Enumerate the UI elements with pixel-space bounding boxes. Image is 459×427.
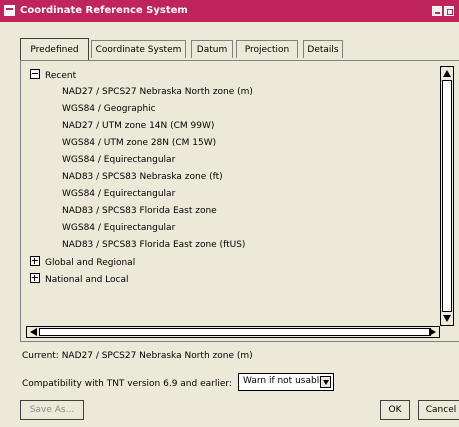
collapse-icon[interactable] (30, 69, 40, 79)
tree-node-label: National and Local (45, 275, 129, 285)
horizontal-scroll-thumb[interactable] (39, 328, 431, 336)
current-crs-label: Current: NAD27 / SPCS27 Nebraska North z… (22, 351, 253, 361)
cancel-button[interactable]: Cancel (418, 400, 459, 420)
tab-details[interactable]: Details (303, 40, 343, 58)
window-menu-icon[interactable] (4, 5, 15, 16)
tab-coordinate-system[interactable]: Coordinate System (91, 40, 186, 58)
scroll-right-icon[interactable] (429, 328, 436, 336)
title-bar: Coordinate Reference System (0, 0, 459, 22)
expand-icon[interactable] (30, 256, 40, 266)
crs-tree[interactable]: Recent NAD27 / SPCS27 Nebraska North zon… (26, 66, 438, 324)
window-title: Coordinate Reference System (20, 5, 188, 16)
tree-item[interactable]: WGS84 / Equirectangular (62, 186, 175, 202)
tree-item[interactable]: NAD27 / UTM zone 14N (CM 99W) (62, 118, 214, 134)
tab-projection[interactable]: Projection (236, 40, 298, 58)
compatibility-label: Compatibility with TNT version 6.9 and e… (22, 379, 232, 389)
compatibility-select[interactable]: Warn if not usable (238, 373, 334, 391)
expand-icon[interactable] (30, 273, 40, 283)
scroll-down-icon[interactable] (443, 315, 451, 322)
tree-node-national[interactable]: National and Local (30, 272, 128, 288)
tree-node-global[interactable]: Global and Regional (30, 255, 135, 271)
tree-node-label: Global and Regional (45, 258, 136, 268)
tree-node-recent[interactable]: Recent (30, 68, 76, 84)
save-as-button[interactable]: Save As... (20, 400, 84, 420)
tree-item[interactable]: NAD83 / SPCS83 Florida East zone (ftUS) (62, 237, 245, 253)
horizontal-scrollbar[interactable] (26, 326, 440, 338)
tree-item[interactable]: NAD83 / SPCS83 Nebraska zone (ft) (62, 169, 223, 185)
ok-button[interactable]: OK (380, 400, 410, 420)
crs-dialog: Coordinate Reference System Predefined C… (0, 0, 459, 427)
maximize-button[interactable] (444, 6, 454, 16)
tab-datum[interactable]: Datum (191, 40, 233, 58)
tab-predefined[interactable]: Predefined (20, 38, 89, 60)
tree-item[interactable]: WGS84 / Equirectangular (62, 220, 175, 236)
vertical-scroll-thumb[interactable] (442, 80, 452, 312)
tree-node-label: Recent (45, 71, 77, 81)
tree-item[interactable]: WGS84 / Geographic (62, 101, 156, 117)
vertical-scrollbar[interactable] (440, 66, 454, 326)
scroll-up-icon[interactable] (443, 70, 451, 77)
dropdown-arrow-icon[interactable] (320, 376, 331, 388)
tree-item[interactable]: NAD27 / SPCS27 Nebraska North zone (m) (62, 84, 253, 100)
tree-item[interactable]: WGS84 / Equirectangular (62, 152, 175, 168)
tree-item[interactable]: WGS84 / UTM zone 28N (CM 15W) (62, 135, 216, 151)
tree-item[interactable]: NAD83 / SPCS83 Florida East zone (62, 203, 217, 219)
minimize-button[interactable] (432, 6, 442, 16)
compatibility-value: Warn if not usable (243, 376, 325, 386)
scroll-left-icon[interactable] (30, 328, 37, 336)
